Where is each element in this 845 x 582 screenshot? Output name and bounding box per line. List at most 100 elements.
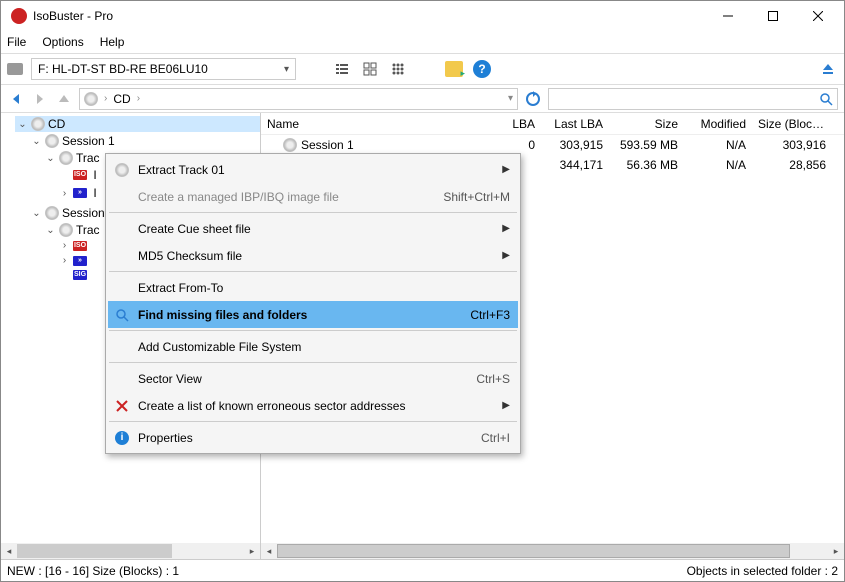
drive-selector-text: F: HL-DT-ST BD-RE BE06LU10 xyxy=(38,62,284,76)
menu-file[interactable]: File xyxy=(7,35,26,49)
list-row[interactable]: Session 1 0 303,915 593.59 MB N/A 303,91… xyxy=(261,135,844,155)
refresh-button[interactable] xyxy=(524,90,542,108)
close-button[interactable] xyxy=(795,2,840,30)
tree-node-session1[interactable]: ⌄ Session 1 xyxy=(29,133,260,149)
status-right: Objects in selected folder : 2 xyxy=(687,564,838,578)
separator xyxy=(109,362,517,363)
context-menu: Extract Track 01 ▶ Create a managed IBP/… xyxy=(105,153,521,454)
separator xyxy=(109,421,517,422)
disc-icon xyxy=(59,223,73,237)
nav-row: › CD › ▾ xyxy=(1,85,844,113)
window-title: IsoBuster - Pro xyxy=(33,9,705,23)
disc-icon xyxy=(45,134,59,148)
iso-badge-icon: ISO xyxy=(73,241,87,251)
toolbar: F: HL-DT-ST BD-RE BE06LU10 ▾ ? xyxy=(1,53,844,85)
iso-badge-icon: ISO xyxy=(73,170,87,180)
cm-create-cue[interactable]: Create Cue sheet file ▶ xyxy=(108,215,518,242)
cm-extract-fromto[interactable]: Extract From-To xyxy=(108,274,518,301)
scroll-right-icon[interactable]: ▸ xyxy=(244,543,260,559)
maximize-button[interactable] xyxy=(750,2,795,30)
col-size[interactable]: Size xyxy=(609,117,684,131)
row-lba: 0 xyxy=(491,138,541,152)
disc-icon xyxy=(59,151,73,165)
scroll-left-icon[interactable]: ◂ xyxy=(261,543,277,559)
chevron-right-icon: › xyxy=(104,93,107,104)
expander-icon[interactable]: ⌄ xyxy=(17,119,28,130)
tree-label: Session xyxy=(62,206,105,220)
menu-help[interactable]: Help xyxy=(100,35,125,49)
list-horizontal-scrollbar[interactable]: ◂ ▸ xyxy=(261,543,844,559)
col-sizeblocks[interactable]: Size (Blocks) xyxy=(752,117,832,131)
chevron-down-icon[interactable]: ▾ xyxy=(508,93,513,104)
row-size: 56.36 MB xyxy=(609,158,684,172)
statusbar: NEW : [16 - 16] Size (Blocks) : 1 Object… xyxy=(1,559,844,581)
chevron-down-icon: ▾ xyxy=(284,64,289,75)
search-input[interactable] xyxy=(548,88,838,110)
eject-button[interactable] xyxy=(818,59,838,79)
scroll-left-icon[interactable]: ◂ xyxy=(1,543,17,559)
row-lastlba: 303,915 xyxy=(541,138,609,152)
breadcrumb[interactable]: › CD › ▾ xyxy=(79,88,518,110)
minimize-button[interactable] xyxy=(705,2,750,30)
cm-add-fs[interactable]: Add Customizable File System xyxy=(108,333,518,360)
info-icon: i xyxy=(114,430,130,446)
disc-icon xyxy=(114,162,130,178)
scroll-right-icon[interactable]: ▸ xyxy=(828,543,844,559)
expander-icon[interactable]: ⌄ xyxy=(45,225,56,236)
cm-create-ibp[interactable]: Create a managed IBP/IBQ image file Shif… xyxy=(108,183,518,210)
tree-node-cd[interactable]: ⌄ CD xyxy=(15,116,260,132)
cm-extract-track[interactable]: Extract Track 01 ▶ xyxy=(108,156,518,183)
submenu-arrow-icon: ▶ xyxy=(502,400,510,411)
view-details-icon[interactable] xyxy=(360,59,380,79)
row-sizeblk: 28,856 xyxy=(752,158,832,172)
arrow-badge-icon: » xyxy=(73,188,87,198)
expander-icon[interactable]: ⌄ xyxy=(31,208,42,219)
status-left: NEW : [16 - 16] Size (Blocks) : 1 xyxy=(7,564,179,578)
cm-sector-view[interactable]: Sector View Ctrl+S xyxy=(108,365,518,392)
nav-back-button[interactable] xyxy=(7,90,25,108)
view-list-icon[interactable] xyxy=(332,59,352,79)
scrollbar-thumb[interactable] xyxy=(277,544,790,558)
row-name: Session 1 xyxy=(301,138,354,152)
arrow-badge-icon: » xyxy=(73,256,87,266)
tree-label: Trac xyxy=(76,223,100,237)
app-icon xyxy=(11,8,27,24)
col-name[interactable]: Name xyxy=(261,117,491,131)
cm-md5[interactable]: MD5 Checksum file ▶ xyxy=(108,242,518,269)
help-button[interactable]: ? xyxy=(472,59,492,79)
nav-up-button[interactable] xyxy=(55,90,73,108)
drive-icon xyxy=(7,63,23,75)
disc-icon xyxy=(283,138,297,152)
separator xyxy=(109,330,517,331)
cm-erroneous-list[interactable]: Create a list of known erroneous sector … xyxy=(108,392,518,419)
chevron-right-icon: › xyxy=(137,93,140,104)
col-modified[interactable]: Modified xyxy=(684,117,752,131)
drive-selector[interactable]: F: HL-DT-ST BD-RE BE06LU10 ▾ xyxy=(31,58,296,80)
x-icon xyxy=(114,398,130,414)
menubar: File Options Help xyxy=(1,31,844,53)
breadcrumb-root[interactable]: CD xyxy=(113,92,130,106)
submenu-arrow-icon: ▶ xyxy=(502,223,510,234)
expander-icon[interactable]: ⌄ xyxy=(31,136,42,147)
disc-icon xyxy=(84,92,98,106)
tree-horizontal-scrollbar[interactable]: ◂ ▸ xyxy=(1,543,260,559)
list-header: Name LBA Last LBA Size Modified Size (Bl… xyxy=(261,113,844,135)
col-lba[interactable]: LBA xyxy=(491,117,541,131)
nav-forward-button[interactable] xyxy=(31,90,49,108)
view-grid-icon[interactable] xyxy=(388,59,408,79)
tree-label: CD xyxy=(48,117,65,131)
row-sizeblk: 303,916 xyxy=(752,138,832,152)
submenu-arrow-icon: ▶ xyxy=(502,164,510,175)
scrollbar-thumb[interactable] xyxy=(17,544,172,558)
menu-options[interactable]: Options xyxy=(42,35,83,49)
row-lastlba: 344,171 xyxy=(541,158,609,172)
disc-icon xyxy=(45,206,59,220)
tree-label: Trac xyxy=(76,151,100,165)
cm-find-missing[interactable]: Find missing files and folders Ctrl+F3 xyxy=(108,301,518,328)
col-lastlba[interactable]: Last LBA xyxy=(541,117,609,131)
row-size: 593.59 MB xyxy=(609,138,684,152)
expander-icon[interactable]: ⌄ xyxy=(45,153,56,164)
disc-icon xyxy=(31,117,45,131)
open-folder-button[interactable] xyxy=(444,59,464,79)
cm-properties[interactable]: i Properties Ctrl+I xyxy=(108,424,518,451)
